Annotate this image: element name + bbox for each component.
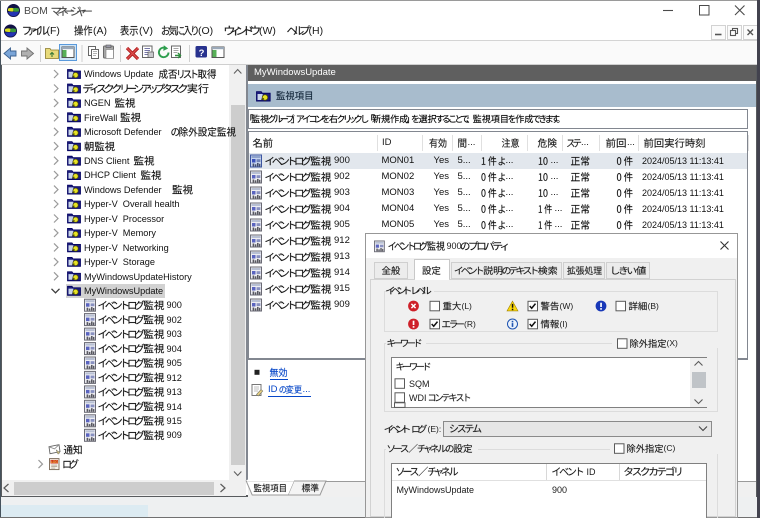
svg-text:?: ?	[199, 48, 205, 59]
